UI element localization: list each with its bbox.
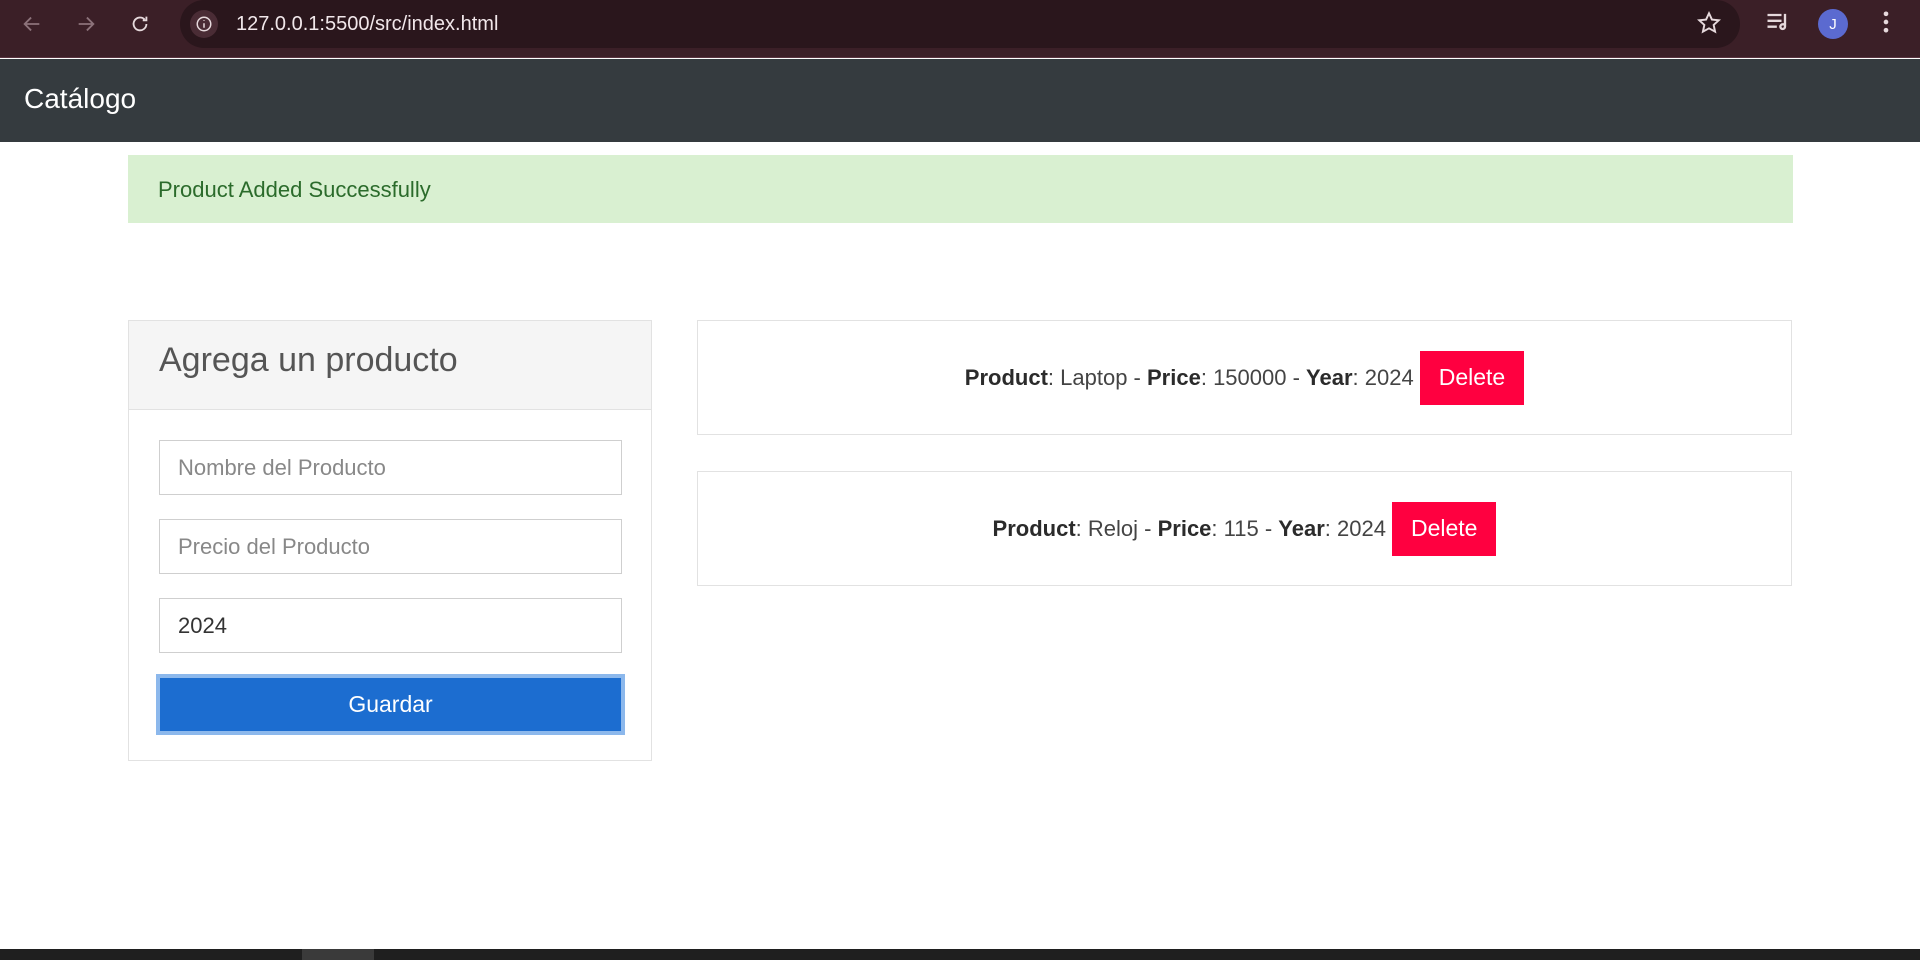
success-alert: Product Added Successfully [128, 155, 1793, 223]
reading-list-icon[interactable] [1764, 8, 1792, 41]
alert-message: Product Added Successfully [158, 177, 431, 202]
menu-kebab-icon[interactable] [1872, 8, 1900, 41]
taskbar-item[interactable] [302, 949, 374, 960]
delete-button[interactable]: Delete [1419, 350, 1525, 405]
year-label: Year [1306, 364, 1353, 390]
product-name: Reloj [1087, 515, 1139, 541]
price-label: Price [1157, 515, 1212, 541]
product-card: Product: Laptop - Price: 150000 - Year: … [697, 320, 1792, 435]
product-info: Product: Reloj - Price: 115 - Year: 2024 [992, 515, 1386, 541]
add-product-card: Agrega un producto Guardar [128, 320, 652, 761]
product-info: Product: Laptop - Price: 150000 - Year: … [964, 364, 1414, 390]
profile-avatar[interactable]: J [1818, 9, 1848, 39]
os-taskbar [0, 949, 1920, 960]
product-year-input[interactable] [159, 598, 622, 653]
product-label: Product [992, 515, 1076, 541]
product-card: Product: Reloj - Price: 115 - Year: 2024… [697, 471, 1792, 586]
url-text: 127.0.0.1:5500/src/index.html [236, 13, 499, 35]
site-info-icon[interactable] [190, 10, 218, 38]
card-header: Agrega un producto [129, 321, 651, 410]
forward-icon[interactable] [70, 8, 102, 40]
reload-icon[interactable] [124, 8, 156, 40]
product-name-input[interactable] [159, 440, 622, 495]
product-year: 2024 [1337, 515, 1386, 541]
form-title: Agrega un producto [159, 341, 458, 379]
delete-button[interactable]: Delete [1391, 501, 1497, 556]
product-price: 115 [1223, 515, 1259, 541]
product-label: Product [964, 364, 1048, 390]
bookmark-star-icon[interactable] [1696, 10, 1722, 41]
app-navbar: Catálogo [0, 59, 1920, 142]
price-label: Price [1147, 364, 1201, 390]
product-year: 2024 [1364, 364, 1414, 390]
year-label: Year [1278, 515, 1325, 541]
product-name: Laptop [1060, 364, 1128, 390]
product-price-input[interactable] [159, 519, 622, 574]
back-icon[interactable] [16, 8, 48, 40]
browser-toolbar: 127.0.0.1:5500/src/index.html J [0, 0, 1920, 58]
address-bar[interactable]: 127.0.0.1:5500/src/index.html [180, 0, 1740, 48]
save-button[interactable]: Guardar [156, 674, 625, 735]
product-price: 150000 [1213, 364, 1287, 390]
navbar-brand[interactable]: Catálogo [24, 83, 136, 115]
